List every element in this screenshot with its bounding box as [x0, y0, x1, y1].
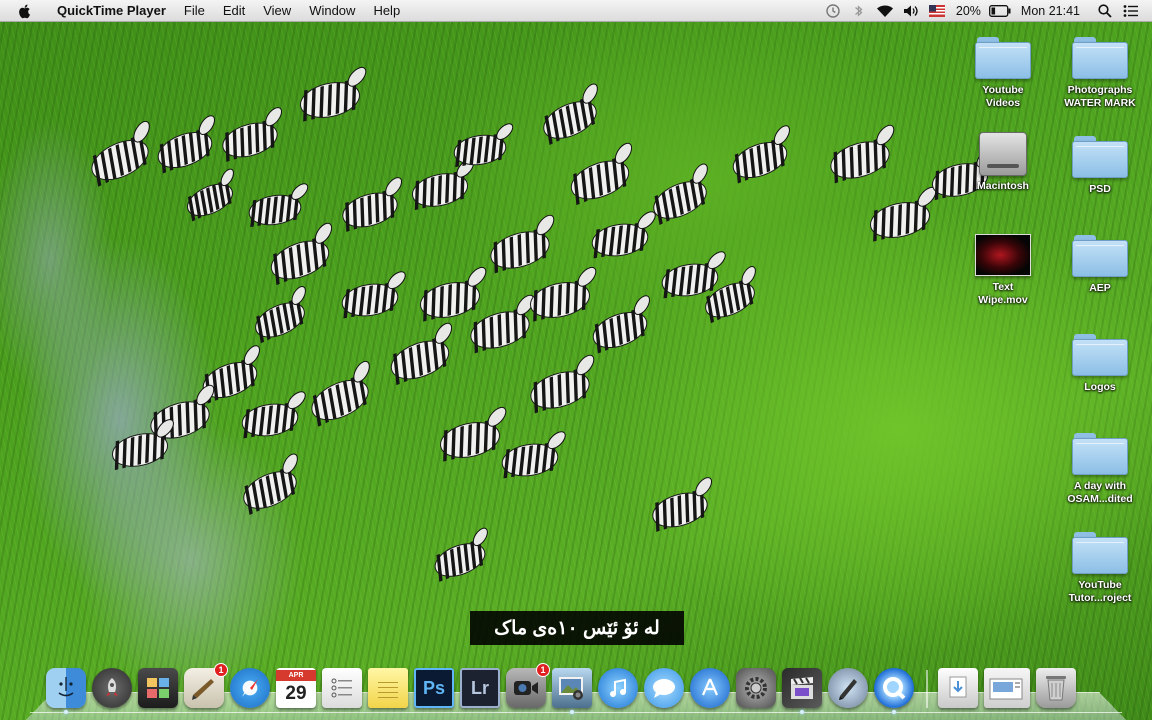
rocket-icon[interactable] — [92, 668, 132, 708]
reminders-icon[interactable] — [322, 668, 362, 708]
menu-bar: QuickTime Player File Edit View Window H… — [0, 0, 1152, 22]
desktop-label-line: A day with — [1073, 480, 1127, 492]
desktop-label-line: PSD — [1089, 183, 1111, 195]
dock: 1 APR 29 Ps Lr 1 — [46, 663, 1082, 714]
folder-icon — [1072, 37, 1128, 79]
desktop-label-line: Photographs — [1067, 84, 1133, 96]
notes-icon[interactable] — [368, 668, 408, 708]
volume-icon[interactable] — [898, 0, 924, 22]
desktop-folder-psd[interactable]: PSD — [1058, 136, 1142, 196]
running-indicator — [892, 710, 896, 714]
quicktime-icon[interactable] — [874, 668, 914, 714]
lightroom-icon[interactable]: Lr — [460, 668, 500, 708]
finder-icon[interactable] — [46, 668, 86, 714]
desktop-folder-logos[interactable]: Logos — [1058, 334, 1142, 394]
folder-icon — [975, 37, 1031, 79]
folder-icon — [1072, 334, 1128, 376]
desktop-folder-youtube-videos[interactable]: Youtube Videos — [961, 37, 1045, 110]
notification-center-icon[interactable] — [1118, 0, 1144, 22]
trash-icon[interactable] — [1036, 668, 1076, 708]
desktop-label-line: Macintosh — [977, 180, 1029, 192]
dock-reflection-line — [30, 712, 1122, 713]
menu-clock[interactable]: Mon 21:41 — [1013, 4, 1092, 18]
menu-edit[interactable]: Edit — [214, 0, 254, 22]
gear-icon[interactable] — [736, 668, 776, 708]
running-indicator — [64, 710, 68, 714]
wifi-icon[interactable] — [872, 0, 898, 22]
running-indicator — [800, 710, 804, 714]
chat-bubble-icon[interactable] — [644, 668, 684, 708]
apple-icon[interactable] — [16, 2, 34, 20]
desktop-label-line: Videos — [985, 97, 1021, 109]
desktop-folder-a-day-with-osam[interactable]: A day with OSAM...dited — [1058, 433, 1142, 506]
desktop-label-line: AEP — [1089, 282, 1111, 294]
desktop-folder-photographs-water-mark[interactable]: Photographs WATER MARK — [1058, 37, 1142, 110]
photo-booth-icon[interactable] — [138, 668, 178, 708]
app-store-icon[interactable] — [690, 668, 730, 708]
calendar-icon[interactable]: APR 29 — [276, 668, 316, 708]
video-subtitle: له ئۆ ئێس ١٠ەی ماک — [470, 611, 684, 645]
us-flag-input-icon[interactable] — [924, 0, 950, 22]
calendar-day: 29 — [285, 682, 307, 704]
dock-separator — [926, 670, 928, 708]
folder-icon — [1072, 136, 1128, 178]
compass-icon[interactable] — [230, 668, 270, 708]
time-machine-icon[interactable] — [820, 0, 846, 22]
facetime-icon[interactable]: 1 — [506, 663, 550, 708]
iphoto-icon[interactable] — [552, 668, 592, 714]
movie-thumbnail-icon — [975, 234, 1031, 276]
menu-view[interactable]: View — [254, 0, 300, 22]
desktop-drive-macintosh[interactable]: Macintosh — [961, 132, 1045, 193]
menu-extras: 20% Mon 21:41 — [820, 0, 1152, 22]
desktop-label-line: Text — [992, 281, 1014, 293]
folder-icon — [1072, 433, 1128, 475]
desktop-label-line: Logos — [1084, 381, 1116, 393]
downloads-stack-icon[interactable] — [938, 668, 978, 708]
running-indicator — [570, 710, 574, 714]
hard-drive-icon — [979, 132, 1027, 176]
calendar-month: APR — [276, 669, 316, 681]
battery-icon[interactable] — [987, 0, 1013, 22]
facetime-badge: 1 — [536, 663, 550, 677]
bluetooth-icon[interactable] — [846, 0, 872, 22]
clapper-icon[interactable] — [782, 668, 822, 714]
desktop-folder-aep[interactable]: AEP — [1058, 235, 1142, 295]
mail-badge: 1 — [214, 663, 228, 677]
menu-window[interactable]: Window — [300, 0, 364, 22]
folder-icon — [1072, 532, 1128, 574]
desktop-label-line: WATER MARK — [1064, 97, 1136, 109]
menu-file[interactable]: File — [175, 0, 214, 22]
spotlight-icon[interactable] — [1092, 0, 1118, 22]
documents-stack-icon[interactable] — [984, 668, 1030, 708]
mail-icon[interactable]: 1 — [184, 663, 228, 708]
music-note-icon[interactable] — [598, 668, 638, 708]
desktop-label-line: Tutor...roject — [1068, 592, 1132, 604]
desktop-label-line: YouTube — [1078, 579, 1122, 591]
menu-app-name[interactable]: QuickTime Player — [48, 0, 175, 22]
desktop-file-text-wipe-mov[interactable]: Text Wipe.mov — [961, 234, 1045, 307]
photoshop-icon[interactable]: Ps — [414, 668, 454, 708]
menu-help[interactable]: Help — [364, 0, 409, 22]
desktop-folder-youtube-tutorial-project[interactable]: YouTube Tutor...roject — [1058, 532, 1142, 605]
battery-percentage[interactable]: 20% — [950, 4, 987, 18]
pen-icon[interactable] — [828, 668, 868, 708]
desktop-label-line: Youtube — [982, 84, 1024, 96]
folder-icon — [1072, 235, 1128, 277]
desktop-label-line: Wipe.mov — [978, 294, 1028, 306]
desktop-label-line: OSAM...dited — [1067, 493, 1133, 505]
